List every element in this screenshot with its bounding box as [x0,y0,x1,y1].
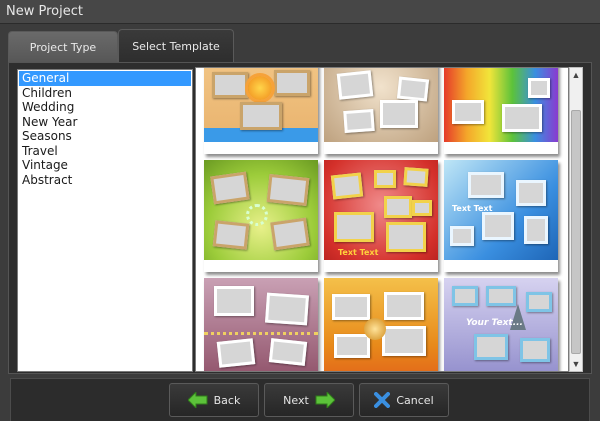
back-button-label: Back [213,393,241,407]
sun-ornament [248,76,272,100]
template-thumbnail[interactable] [204,68,318,154]
gallery-scrollbar[interactable]: ▲ ▼ [569,67,583,372]
category-item-wedding[interactable]: Wedding [19,100,191,115]
template-thumbnail[interactable] [204,278,318,371]
category-item-general[interactable]: General [19,71,191,86]
template-caption: Text Text [338,248,379,257]
template-thumbnail[interactable] [204,160,318,272]
cancel-button-label: Cancel [396,393,434,407]
new-project-dialog: New Project Project Type Select Template… [0,0,600,421]
arrow-left-icon [187,392,208,408]
back-button[interactable]: Back [169,383,259,417]
template-thumbnail[interactable] [324,278,438,371]
scroll-up-arrow-icon[interactable]: ▲ [570,68,582,82]
template-caption: Your Text... [466,318,523,328]
category-item-abstract[interactable]: Abstract [19,173,191,188]
template-thumbnail[interactable]: Text Text [324,160,438,272]
arrow-right-icon [315,392,335,408]
new-year-badge-ornament [364,318,386,340]
template-thumbnail[interactable] [444,68,558,154]
category-item-seasons[interactable]: Seasons [19,129,191,144]
title-bar: New Project [0,0,600,24]
category-item-travel[interactable]: Travel [19,144,191,159]
window-title: New Project [6,4,83,19]
category-item-children[interactable]: Children [19,86,191,101]
category-item-new-year[interactable]: New Year [19,115,191,130]
dialog-footer: Back Next Cancel [10,378,590,421]
tab-strip: Project Type Select Template [0,24,600,62]
template-panel: General Children Wedding New Year Season… [8,62,592,374]
tab-project-type[interactable]: Project Type [8,31,118,62]
flower-ornament [246,204,268,226]
next-button[interactable]: Next [264,383,354,417]
template-gallery: Text Text Text Text Your Text... [195,67,569,372]
template-thumbnail[interactable]: Your Text... [444,278,558,371]
scrollbar-thumb[interactable] [571,110,581,354]
x-cross-icon [374,392,391,408]
category-list[interactable]: General Children Wedding New Year Season… [17,69,193,372]
template-thumbnail[interactable]: Text Text [444,160,558,272]
bead-string-ornament [204,332,318,338]
tab-select-template[interactable]: Select Template [118,29,234,62]
cancel-button[interactable]: Cancel [359,383,449,417]
template-caption: Text Text [452,204,493,213]
template-thumbnail[interactable] [324,68,438,154]
scroll-down-arrow-icon[interactable]: ▼ [570,357,582,371]
next-button-label: Next [283,393,309,407]
category-item-vintage[interactable]: Vintage [19,158,191,173]
